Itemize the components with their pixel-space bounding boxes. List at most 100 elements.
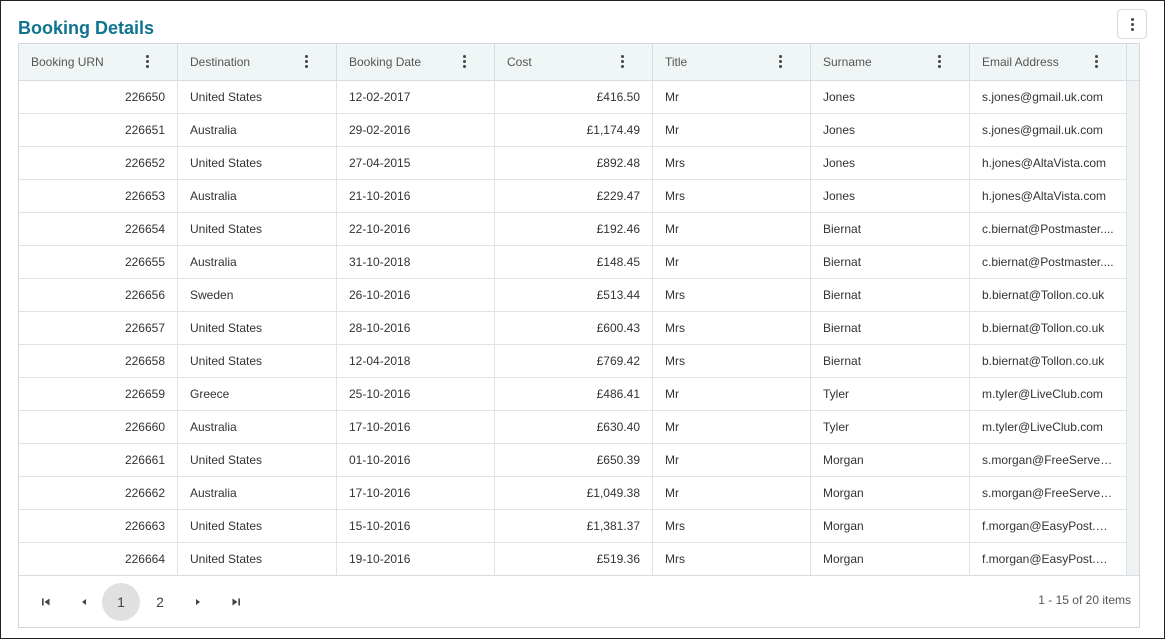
cell-booking-date: 01-10-2016 [337,444,495,476]
cell-destination: Australia [178,114,337,146]
cell-cost: £630.40 [495,411,653,443]
cell-email-address: s.morgan@FreeServe.c... [970,477,1127,509]
cell-booking-date: 22-10-2016 [337,213,495,245]
cell-booking-date: 28-10-2016 [337,312,495,344]
cell-destination: United States [178,444,337,476]
table-row[interactable]: 226656 Sweden 26-10-2016 £513.44 Mrs Biernat b… [19,279,1127,312]
table-row[interactable]: 226653 Australia 21-10-2016 £229.47 Mrs Jones… [19,180,1127,213]
column-menu-icon[interactable] [938,55,941,68]
cell-booking-date: 12-04-2018 [337,345,495,377]
cell-title: Mrs [653,279,811,311]
cell-surname: Biernat [811,213,970,245]
column-header-destination[interactable]: Destination [178,44,337,80]
column-header-email-address[interactable]: Email Address [970,44,1127,80]
grid-body: 226650 United States 12-02-2017 £416.50 Mr Jo… [19,81,1127,575]
table-row[interactable]: 226662 Australia 17-10-2016 £1,049.38 Mr Morg… [19,477,1127,510]
table-row[interactable]: 226650 United States 12-02-2017 £416.50 Mr Jo… [19,81,1127,114]
cell-email-address: h.jones@AltaVista.com [970,180,1127,212]
column-menu-icon[interactable] [305,55,308,68]
column-header-label: Title [665,55,688,69]
cell-booking-urn: 226653 [19,180,178,212]
column-header-booking-urn[interactable]: Booking URN [19,44,178,80]
cell-surname: Biernat [811,345,970,377]
cell-destination: United States [178,510,337,542]
cell-destination: Sweden [178,279,337,311]
table-row[interactable]: 226658 United States 12-04-2018 £769.42 Mrs B… [19,345,1127,378]
next-page-icon [196,599,200,605]
column-menu-icon[interactable] [463,55,466,68]
cell-surname: Tyler [811,411,970,443]
table-row[interactable]: 226651 Australia 29-02-2016 £1,174.49 Mr Jone… [19,114,1127,147]
options-menu-button[interactable] [1117,9,1147,39]
previous-page-button[interactable] [65,583,103,621]
column-header-surname[interactable]: Surname [811,44,970,80]
table-row[interactable]: 226660 Australia 17-10-2016 £630.40 Mr Tyler m… [19,411,1127,444]
cell-destination: United States [178,312,337,344]
cell-booking-date: 17-10-2016 [337,477,495,509]
column-menu-icon[interactable] [779,55,782,68]
cell-email-address: h.jones@AltaVista.com [970,147,1127,179]
column-header-cost[interactable]: Cost [495,44,653,80]
cell-email-address: s.jones@gmail.uk.com [970,81,1127,113]
table-row[interactable]: 226664 United States 19-10-2016 £519.36 Mrs M… [19,543,1127,575]
column-header-label: Booking Date [349,55,422,69]
cell-surname: Jones [811,180,970,212]
table-row[interactable]: 226659 Greece 25-10-2016 £486.41 Mr Tyler m.ty… [19,378,1127,411]
cell-email-address: m.tyler@LiveClub.com [970,411,1127,443]
cell-booking-urn: 226657 [19,312,178,344]
column-menu-icon[interactable] [621,55,624,68]
cell-cost: £892.48 [495,147,653,179]
cell-title: Mrs [653,510,811,542]
page-number: 2 [156,594,164,610]
cell-title: Mr [653,246,811,278]
column-header-booking-date[interactable]: Booking Date [337,44,495,80]
cell-booking-urn: 226658 [19,345,178,377]
last-page-button[interactable] [217,583,255,621]
table-row[interactable]: 226657 United States 28-10-2016 £600.43 Mrs B… [19,312,1127,345]
cell-booking-date: 27-04-2015 [337,147,495,179]
table-row[interactable]: 226654 United States 22-10-2016 £192.46 Mr Bi… [19,213,1127,246]
cell-surname: Biernat [811,246,970,278]
cell-title: Mrs [653,180,811,212]
cell-surname: Morgan [811,477,970,509]
cell-booking-urn: 226660 [19,411,178,443]
page-title: Booking Details [18,18,155,38]
cell-title: Mr [653,213,811,245]
vertical-scrollbar[interactable] [1127,81,1139,575]
page-number: 1 [117,594,125,610]
column-header-label: Email Address [982,55,1059,69]
cell-booking-urn: 226664 [19,543,178,575]
more-vertical-icon [1130,17,1134,31]
table-row[interactable]: 226663 United States 15-10-2016 £1,381.37 Mr… [19,510,1127,543]
cell-email-address: s.jones@gmail.uk.com [970,114,1127,146]
cell-booking-date: 31-10-2018 [337,246,495,278]
page-2-button[interactable]: 2 [141,583,179,621]
cell-email-address: c.biernat@Postmaster.... [970,213,1127,245]
page-1-button[interactable]: 1 [102,583,140,621]
column-menu-icon[interactable] [146,55,149,68]
cell-title: Mrs [653,345,811,377]
cell-surname: Morgan [811,510,970,542]
cell-email-address: f.morgan@EasyPost.uk... [970,510,1127,542]
cell-title: Mrs [653,147,811,179]
next-page-button[interactable] [179,583,217,621]
table-row[interactable]: 226661 United States 01-10-2016 £650.39 Mr Mo… [19,444,1127,477]
cell-cost: £513.44 [495,279,653,311]
cell-booking-urn: 226651 [19,114,178,146]
cell-destination: United States [178,147,337,179]
cell-booking-date: 21-10-2016 [337,180,495,212]
cell-booking-urn: 226656 [19,279,178,311]
pager: 1 2 1 - 15 of 20 items [19,575,1139,627]
column-header-title[interactable]: Title [653,44,811,80]
cell-booking-urn: 226659 [19,378,178,410]
cell-booking-date: 17-10-2016 [337,411,495,443]
cell-cost: £1,174.49 [495,114,653,146]
first-page-button[interactable] [27,583,65,621]
cell-booking-date: 12-02-2017 [337,81,495,113]
table-row[interactable]: 226655 Australia 31-10-2018 £148.45 Mr Bierna… [19,246,1127,279]
table-row[interactable]: 226652 United States 27-04-2015 £892.48 Mrs J… [19,147,1127,180]
cell-email-address: m.tyler@LiveClub.com [970,378,1127,410]
column-menu-icon[interactable] [1095,55,1098,68]
cell-booking-date: 15-10-2016 [337,510,495,542]
cell-booking-urn: 226655 [19,246,178,278]
